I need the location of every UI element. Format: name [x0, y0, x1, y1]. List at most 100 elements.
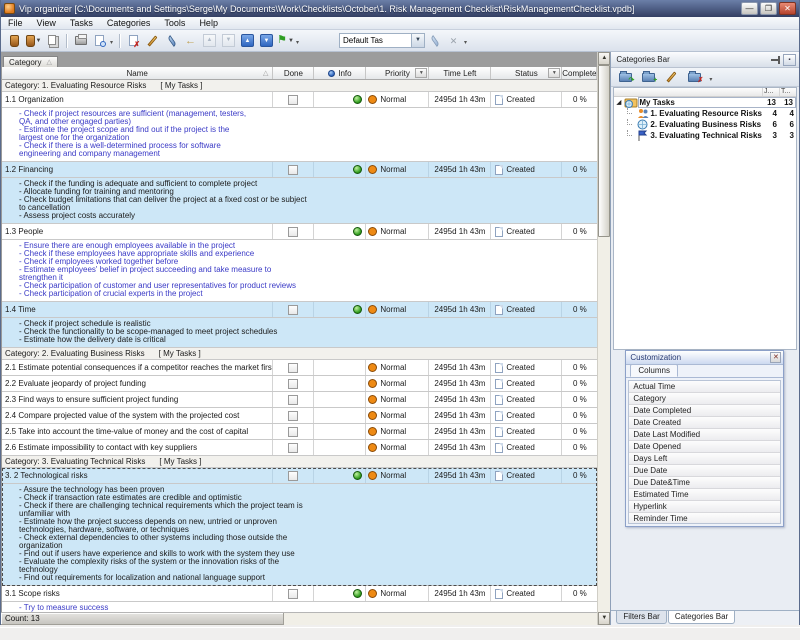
move-up-disabled-icon[interactable]: ▲: [201, 32, 218, 50]
category-group-row[interactable]: Category: 1. Evaluating Resource Risks[ …: [2, 80, 597, 92]
close-button[interactable]: ✕: [779, 2, 796, 15]
column-header-info[interactable]: Info: [314, 67, 366, 79]
customization-column-item[interactable]: Reminder Time: [629, 513, 780, 524]
flag-icon[interactable]: ⚑▼: [277, 32, 294, 50]
task-row[interactable]: 1.4 TimeNormal2495d 1h 43mCreated0 %: [2, 302, 597, 318]
customization-column-item[interactable]: Date Last Modified: [629, 429, 780, 441]
customization-column-item[interactable]: Date Created: [629, 417, 780, 429]
done-checkbox[interactable]: [288, 379, 298, 389]
customization-column-item[interactable]: Estimated Time: [629, 489, 780, 501]
minimize-button[interactable]: —: [741, 2, 758, 15]
done-checkbox[interactable]: [288, 411, 298, 421]
done-checkbox[interactable]: [288, 427, 298, 437]
collapse-all-icon[interactable]: ▼: [258, 32, 275, 50]
toolbar-overflow-icon[interactable]: ▾: [464, 39, 467, 46]
new-task-menu-icon[interactable]: ▼: [25, 32, 42, 50]
expand-all-icon[interactable]: ▲: [239, 32, 256, 50]
chevron-down-icon[interactable]: ▼: [411, 34, 424, 47]
scroll-up-icon[interactable]: ▲: [598, 52, 610, 65]
category-group-row[interactable]: Category: 2. Evaluating Business Risks[ …: [2, 348, 597, 360]
customization-column-item[interactable]: Due Date: [629, 465, 780, 477]
tree-item-category[interactable]: 2. Evaluating Business Risks66: [614, 119, 796, 130]
default-task-combobox[interactable]: Default Tas ▼: [339, 33, 425, 48]
delete-category-icon[interactable]: ✗: [686, 68, 703, 86]
new-category-icon[interactable]: ↷: [617, 68, 634, 86]
done-checkbox[interactable]: [288, 95, 298, 105]
pin-icon[interactable]: [771, 59, 779, 61]
customization-column-item[interactable]: Date Opened: [629, 441, 780, 453]
done-checkbox[interactable]: [288, 395, 298, 405]
move-down-disabled-icon[interactable]: ▼: [220, 32, 237, 50]
filter-dropdown-icon[interactable]: ▼: [548, 68, 560, 78]
scroll-down-icon[interactable]: ▼: [598, 612, 610, 625]
done-checkbox[interactable]: [288, 227, 298, 237]
new-task-icon[interactable]: [6, 32, 23, 50]
customization-column-item[interactable]: Actual Time: [629, 381, 780, 393]
column-header-priority[interactable]: Priority▼: [366, 67, 429, 79]
task-row[interactable]: 2.4 Compare projected value of the syste…: [2, 408, 597, 424]
done-checkbox[interactable]: [288, 443, 298, 453]
scrollbar-thumb[interactable]: [598, 65, 610, 237]
task-row[interactable]: 2.6 Estimate impossibility to contact wi…: [2, 440, 597, 456]
column-header-done[interactable]: Done: [273, 67, 314, 79]
tab-columns[interactable]: Columns: [630, 364, 678, 377]
column-header-status[interactable]: Status▼: [491, 67, 562, 79]
customization-column-item[interactable]: Due Date&Time: [629, 477, 780, 489]
toolbar-overflow-icon[interactable]: ▾: [709, 76, 712, 83]
print-preview-icon[interactable]: [91, 32, 108, 50]
done-checkbox[interactable]: [288, 165, 298, 175]
restore-button[interactable]: ❐: [760, 2, 777, 15]
tree-expander-icon[interactable]: ◢: [614, 99, 623, 106]
done-checkbox[interactable]: [288, 305, 298, 315]
task-row[interactable]: 2.3 Find ways to ensure sufficient proje…: [2, 392, 597, 408]
tree-item-category[interactable]: 3. Evaluating Technical Risks33: [614, 130, 796, 141]
tree-column-headers[interactable]: J... T...: [614, 88, 796, 97]
toolbar-overflow-icon[interactable]: ▾: [110, 39, 113, 46]
panel-menu-icon[interactable]: ▪: [783, 54, 796, 66]
duplicate-task-icon[interactable]: [44, 32, 61, 50]
tree-column-1[interactable]: J...: [762, 88, 779, 96]
menu-item-help[interactable]: Help: [192, 18, 225, 28]
tree-column-2[interactable]: T...: [779, 88, 796, 96]
category-group-row[interactable]: Category: 3. Evaluating Technical Risks[…: [2, 456, 597, 468]
column-header-complete[interactable]: Complete: [562, 67, 597, 79]
task-row[interactable]: 2.2 Evaluate jeopardy of project funding…: [2, 376, 597, 392]
done-checkbox[interactable]: [288, 363, 298, 373]
menu-item-file[interactable]: File: [1, 18, 30, 28]
done-checkbox[interactable]: [288, 589, 298, 599]
done-checkbox[interactable]: [288, 471, 298, 481]
customization-column-item[interactable]: Date Completed: [629, 405, 780, 417]
apply-template-icon[interactable]: [426, 32, 443, 50]
menu-item-tools[interactable]: Tools: [157, 18, 192, 28]
scrollbar-track[interactable]: [598, 65, 610, 612]
tab-categories-bar[interactable]: Categories Bar: [668, 611, 735, 624]
customization-column-item[interactable]: Category: [629, 393, 780, 405]
task-row[interactable]: 2.1 Estimate potential consequences if a…: [2, 360, 597, 376]
menu-item-tasks[interactable]: Tasks: [63, 18, 100, 28]
assign-task-icon[interactable]: [163, 32, 180, 50]
vertical-scrollbar[interactable]: ▲ ▼: [597, 52, 610, 625]
task-row[interactable]: 3. 2 Technological risksNormal2495d 1h 4…: [2, 468, 597, 484]
complete-task-icon[interactable]: ←: [182, 32, 199, 50]
column-header-name[interactable]: Name△: [2, 67, 273, 79]
print-icon[interactable]: [72, 32, 89, 50]
task-row[interactable]: 3.1 Scope risksNormal2495d 1h 43mCreated…: [2, 586, 597, 602]
column-header-time-left[interactable]: Time Left: [429, 67, 491, 79]
filter-dropdown-icon[interactable]: ▼: [415, 68, 427, 78]
task-row[interactable]: 1.1 OrganizationNormal2495d 1h 43mCreate…: [2, 92, 597, 108]
customization-column-item[interactable]: Days Left: [629, 453, 780, 465]
clear-template-icon[interactable]: ✕: [445, 32, 462, 50]
menu-item-view[interactable]: View: [30, 18, 63, 28]
tree-item-category[interactable]: 1. Evaluating Resource Risks44: [614, 108, 796, 119]
toolbar-overflow-icon[interactable]: ▾: [296, 39, 299, 46]
edit-task-icon[interactable]: [144, 32, 161, 50]
task-row[interactable]: 1.3 PeopleNormal2495d 1h 43mCreated0 %: [2, 224, 597, 240]
edit-category-icon[interactable]: [663, 68, 680, 86]
tree-item-root[interactable]: ◢My Tasks1313: [614, 97, 796, 108]
delete-task-icon[interactable]: ✗: [125, 32, 142, 50]
customization-column-item[interactable]: Hyperlink: [629, 501, 780, 513]
task-row[interactable]: 1.2 FinancingNormal2495d 1h 43mCreated0 …: [2, 162, 597, 178]
close-icon[interactable]: ✕: [770, 352, 781, 363]
menu-item-categories[interactable]: Categories: [100, 18, 158, 28]
task-row[interactable]: 2.5 Take into account the time-value of …: [2, 424, 597, 440]
